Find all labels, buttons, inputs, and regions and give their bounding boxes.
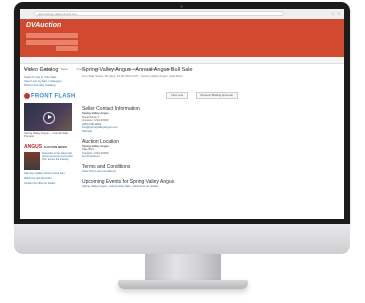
- video-caption: Spring Valley Angus — Annual Sale Previe…: [24, 130, 69, 139]
- password-field[interactable]: [26, 39, 78, 45]
- main-nav: Home Auctions Sales Videos Lots Consign …: [20, 57, 344, 71]
- imac-mockup: www.spring-valley-angus.com ☆ ≡ DVAuctio…: [0, 0, 365, 303]
- angus-news-logo: ANGUS AUCTION NEWS: [24, 144, 76, 150]
- view-lots-button[interactable]: View Lots: [166, 91, 189, 99]
- front-flash-text: FRONT FLASH: [31, 93, 76, 100]
- monitor-stand-neck: [145, 254, 221, 282]
- monitor-stand-foot: [118, 280, 248, 289]
- terms-link[interactable]: View Terms and Conditions: [82, 169, 338, 174]
- site-header: DVAuction: [20, 19, 344, 57]
- play-icon[interactable]: [43, 111, 55, 124]
- front-flash-logo: FRONT FLASH: [24, 93, 76, 100]
- monitor-screen: www.spring-valley-angus.com ☆ ≡ DVAuctio…: [20, 9, 344, 219]
- sidebar-link[interactable]: Printer Friendly Catalog: [24, 83, 76, 87]
- main-content: Spring Valley Angus - Annual Angus Bull …: [82, 67, 338, 217]
- window-controls[interactable]: [22, 12, 32, 43]
- upcoming-event-link[interactable]: Spring Valley Angus - Fall Female Sale -…: [82, 184, 338, 189]
- video-player[interactable]: [24, 102, 72, 131]
- ad-block[interactable]: Subscribe to the latest sale announcemen…: [24, 151, 76, 170]
- sidebar-note: Contact the office for details.: [24, 181, 56, 185]
- browser-menu-icon[interactable]: ☆ ≡: [331, 11, 341, 16]
- video-catalog-title: Video Catalog: [24, 67, 59, 73]
- ad-brand-sub: AUCTION NEWS: [43, 144, 67, 149]
- sale-actions: View Lots Request Bidding Approval: [166, 83, 338, 101]
- ad-brand: ANGUS: [24, 143, 43, 150]
- login-form: [26, 33, 78, 51]
- monitor-chin: [14, 224, 350, 254]
- sidebar-note[interactable]: Watch live and bid online.: [24, 177, 76, 180]
- ad-image[interactable]: [24, 151, 40, 170]
- request-bidding-button[interactable]: Request Bidding Approval: [195, 91, 238, 99]
- flash-logo-icon: [24, 93, 30, 99]
- address-bar[interactable]: www.spring-valley-angus.com: [34, 11, 284, 16]
- site-logo[interactable]: DVAuction: [26, 22, 61, 29]
- camera-dot: [180, 5, 183, 8]
- directions-link[interactable]: Get Directions: [82, 155, 338, 159]
- username-field[interactable]: [26, 33, 78, 38]
- sidebar-note: Sale day updates will be posted here.: [24, 171, 66, 175]
- ad-text[interactable]: Subscribe to the latest sale announcemen…: [42, 152, 76, 170]
- login-button[interactable]: [56, 46, 78, 51]
- sale-subtitle: Live Sale Starts: Monday, 12:00 PM (CST)…: [82, 74, 183, 78]
- sidebar: Video Catalog Search Lots in This Sale V…: [24, 67, 76, 217]
- seller-website[interactable]: Website: [82, 129, 338, 134]
- sale-title: Spring Valley Angus - Annual Angus Bull …: [82, 67, 193, 73]
